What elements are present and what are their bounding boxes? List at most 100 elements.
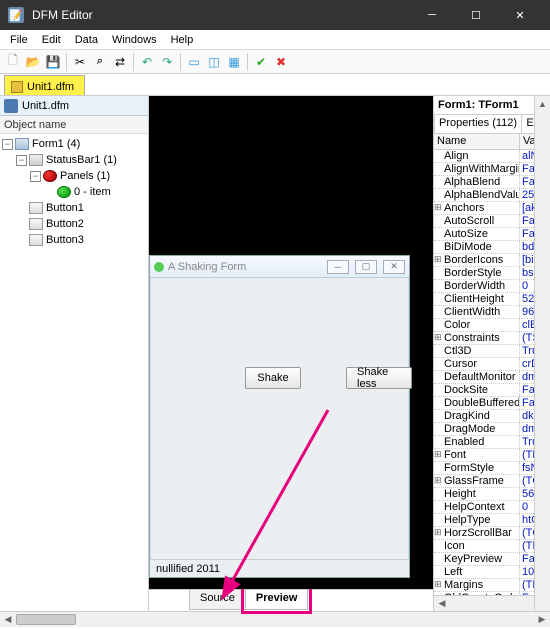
form-icon <box>154 262 164 272</box>
tree-node-button1[interactable]: Button1 <box>0 200 148 216</box>
tab-source[interactable]: Source <box>189 590 246 610</box>
statusbar-icon <box>29 154 43 166</box>
menu-help[interactable]: Help <box>165 32 200 48</box>
property-row[interactable]: BiDiModebdLe <box>434 241 550 254</box>
property-row[interactable]: FormStylefsNo <box>434 462 550 475</box>
workspace-vscroll[interactable]: ▲ <box>534 96 550 611</box>
inspector-hscroll[interactable]: ◀ ▶ <box>434 595 550 611</box>
minimize-button[interactable]: ─ <box>410 0 454 30</box>
property-name: Left <box>434 566 520 578</box>
preview-form[interactable]: A Shaking Form ─ ▢ ✕ Shake Shake less nu… <box>149 255 410 578</box>
preview-form-titlebar[interactable]: A Shaking Form ─ ▢ ✕ <box>150 256 409 278</box>
maximize-icon[interactable]: ▢ <box>355 260 377 274</box>
property-name: Height <box>434 488 520 500</box>
property-row[interactable]: Left10 <box>434 566 550 579</box>
undo-icon[interactable]: ↶ <box>138 53 156 71</box>
tab-preview[interactable]: Preview <box>245 590 309 610</box>
close-button[interactable]: ✕ <box>498 0 542 30</box>
minimize-icon[interactable]: ─ <box>327 260 349 274</box>
property-row[interactable]: Constraints(TSiz <box>434 332 550 345</box>
tree-node-item[interactable]: 0 - item <box>0 184 148 200</box>
property-row[interactable]: DefaultMonitordmA <box>434 371 550 384</box>
property-row[interactable]: AlphaBlendFalse <box>434 176 550 189</box>
property-row[interactable]: DoubleBufferedFalse <box>434 397 550 410</box>
separator <box>133 53 134 71</box>
property-row[interactable]: EnabledTrue <box>434 436 550 449</box>
tab-properties[interactable]: Properties (112) <box>434 114 522 133</box>
main-hscroll[interactable]: ◀ ▶ <box>0 611 550 627</box>
scroll-up-icon[interactable]: ▲ <box>535 96 550 112</box>
property-row[interactable]: HelpTypehtCo <box>434 514 550 527</box>
property-row[interactable]: Margins(TMa <box>434 579 550 592</box>
object-tree: − Form1 (4) − StatusBar1 (1) − Panels (1… <box>0 134 148 250</box>
property-row[interactable]: DragKinddkDr <box>434 410 550 423</box>
cascade-icon[interactable]: ▦ <box>225 53 243 71</box>
property-row[interactable]: AlphaBlendValue255 <box>434 189 550 202</box>
property-row[interactable]: AutoSizeFalse <box>434 228 550 241</box>
tree-node-form[interactable]: − Form1 (4) <box>0 136 148 152</box>
collapse-icon[interactable]: − <box>30 171 41 182</box>
close-icon[interactable]: ✕ <box>383 260 405 274</box>
shake-button[interactable]: Shake <box>245 367 301 389</box>
tree-node-button3[interactable]: Button3 <box>0 232 148 248</box>
maximize-button[interactable]: ☐ <box>454 0 498 30</box>
property-row[interactable]: BorderIcons[biSy <box>434 254 550 267</box>
property-row[interactable]: KeyPreviewFalse <box>434 553 550 566</box>
menu-edit[interactable]: Edit <box>36 32 67 48</box>
menu-file[interactable]: File <box>4 32 34 48</box>
property-row[interactable]: Font(TFo <box>434 449 550 462</box>
tree-column-header[interactable]: Object name <box>0 116 148 134</box>
replace-icon[interactable]: ⇄ <box>111 53 129 71</box>
property-name: HelpType <box>434 514 520 526</box>
property-row[interactable]: GlassFrame(TGla <box>434 475 550 488</box>
property-row[interactable]: AlignalNo <box>434 150 550 163</box>
property-row[interactable]: Anchors[akL <box>434 202 550 215</box>
designer-stage[interactable]: A Shaking Form ─ ▢ ✕ Shake Shake less nu… <box>149 96 433 589</box>
find-icon[interactable]: ⌕ <box>91 53 109 71</box>
property-row[interactable]: DockSiteFalse <box>434 384 550 397</box>
collapse-icon[interactable]: − <box>2 139 13 150</box>
property-row[interactable]: DragModedmM <box>434 423 550 436</box>
property-row[interactable]: Icon(TIco <box>434 540 550 553</box>
col-name[interactable]: Name <box>434 134 520 149</box>
property-row[interactable]: ClientWidth963 <box>434 306 550 319</box>
open-icon[interactable]: 📂 <box>24 53 42 71</box>
menu-data[interactable]: Data <box>69 32 104 48</box>
workspace: Unit1.dfm Object name − Form1 (4) − Stat… <box>0 96 550 611</box>
property-row[interactable]: ColorclBtn <box>434 319 550 332</box>
property-row[interactable]: HelpContext0 <box>434 501 550 514</box>
tree-node-button2[interactable]: Button2 <box>0 216 148 232</box>
check-icon[interactable]: ✔ <box>252 53 270 71</box>
property-row[interactable]: AlignWithMarginsFalse <box>434 163 550 176</box>
property-row[interactable]: BorderWidth0 <box>434 280 550 293</box>
delete-icon[interactable]: ✖ <box>272 53 290 71</box>
collapse-icon[interactable]: − <box>16 155 27 166</box>
window-icon[interactable]: ▭ <box>185 53 203 71</box>
property-row[interactable]: BorderStylebsSiz <box>434 267 550 280</box>
scroll-left-icon[interactable]: ◀ <box>434 596 450 611</box>
property-grid[interactable]: Name Valu AlignalNoAlignWithMarginsFalse… <box>434 134 550 595</box>
new-icon[interactable]: 🗋 <box>4 53 22 71</box>
scroll-right-icon[interactable]: ▶ <box>534 612 550 627</box>
scroll-thumb[interactable] <box>16 614 76 625</box>
tile-icon[interactable]: ◫ <box>205 53 223 71</box>
save-icon[interactable]: 💾 <box>44 53 62 71</box>
scroll-track[interactable] <box>16 612 534 627</box>
redo-icon[interactable]: ↷ <box>158 53 176 71</box>
property-row[interactable]: AutoScrollFalse <box>434 215 550 228</box>
property-row[interactable]: HorzScrollBar(TCo <box>434 527 550 540</box>
document-tab[interactable]: Unit1.dfm <box>4 75 85 95</box>
scroll-left-icon[interactable]: ◀ <box>0 612 16 627</box>
property-row[interactable]: Ctl3DTrue <box>434 345 550 358</box>
tree-node-statusbar[interactable]: − StatusBar1 (1) <box>0 152 148 168</box>
menu-windows[interactable]: Windows <box>106 32 163 48</box>
shake-less-button[interactable]: Shake less <box>346 367 412 389</box>
property-row[interactable]: Height563 <box>434 488 550 501</box>
property-name: AlphaBlend <box>434 176 520 188</box>
property-row[interactable]: ClientHeight524 <box>434 293 550 306</box>
cut-icon[interactable]: ✂ <box>71 53 89 71</box>
tree-node-panels[interactable]: − Panels (1) <box>0 168 148 184</box>
view-tabs: Source Preview <box>149 589 433 611</box>
property-name: Anchors <box>434 202 520 214</box>
property-row[interactable]: CursorcrDe <box>434 358 550 371</box>
